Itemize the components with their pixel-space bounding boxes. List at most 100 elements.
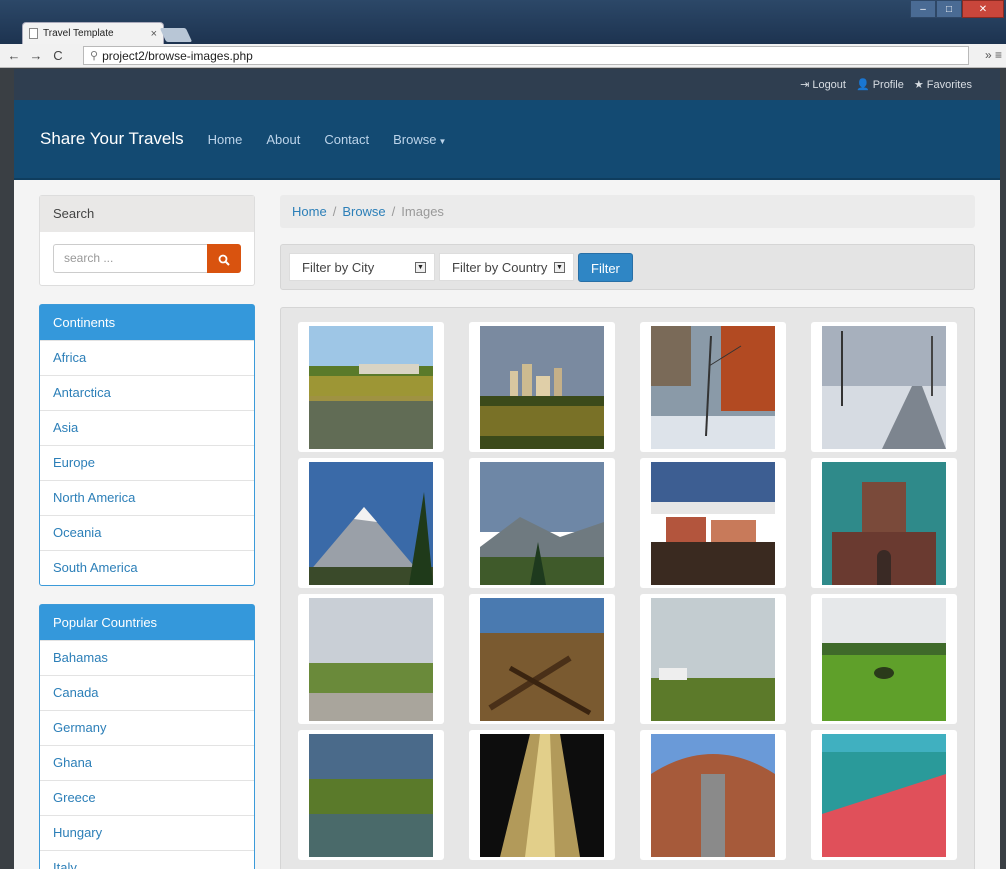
page-icon bbox=[29, 28, 38, 39]
caret-down-icon: ▼ bbox=[438, 136, 447, 146]
country-item[interactable]: Germany bbox=[40, 710, 254, 745]
arsenal-stadium-photo bbox=[822, 734, 946, 857]
mountain-photo bbox=[309, 462, 433, 585]
search-input[interactable]: search ... bbox=[53, 244, 208, 273]
user-toolbar: ⇥ Logout 👤 Profile ★ Favorites bbox=[14, 69, 1000, 100]
gallery-thumbnail[interactable] bbox=[469, 322, 615, 452]
minimize-button[interactable]: ‒ bbox=[910, 0, 936, 18]
continents-panel: Continents Africa Antarctica Asia Europe Nor… bbox=[39, 304, 255, 586]
reload-button[interactable]: C bbox=[50, 48, 66, 63]
gallery-thumbnail[interactable] bbox=[811, 322, 957, 452]
gallery-thumbnail[interactable] bbox=[811, 458, 957, 588]
continent-item[interactable]: Oceania bbox=[40, 515, 254, 550]
gallery-thumbnail[interactable] bbox=[811, 730, 957, 860]
continent-item[interactable]: South America bbox=[40, 550, 254, 585]
country-item[interactable]: Greece bbox=[40, 780, 254, 815]
browser-titlebar: Travel Template × ‒ □ ✕ bbox=[0, 0, 1006, 44]
filter-bar: Filter by City ▼ Filter by Country ▼ Fil… bbox=[280, 244, 975, 290]
dropdown-arrow-icon: ▼ bbox=[554, 262, 565, 273]
search-panel: Search search ... bbox=[39, 195, 255, 286]
countries-heading: Popular Countries bbox=[40, 605, 254, 640]
url-bar[interactable]: ⚲ project2/browse-images.php bbox=[83, 46, 969, 65]
driftwood-photo bbox=[480, 598, 604, 721]
star-icon: ★ bbox=[913, 79, 924, 91]
site-brand[interactable]: Share Your Travels bbox=[40, 129, 184, 149]
country-item[interactable]: Ghana bbox=[40, 745, 254, 780]
browser-tab[interactable]: Travel Template × bbox=[22, 22, 164, 44]
country-filter-select[interactable]: Filter by Country ▼ bbox=[439, 253, 574, 281]
gallery-thumbnail[interactable] bbox=[469, 730, 615, 860]
city-skyline-photo bbox=[480, 326, 604, 449]
city-filter-select[interactable]: Filter by City ▼ bbox=[289, 253, 435, 281]
breadcrumb-browse[interactable]: Browse bbox=[342, 204, 385, 219]
new-tab-button[interactable] bbox=[159, 28, 193, 42]
gallery-thumbnail[interactable] bbox=[298, 458, 444, 588]
continent-item[interactable]: Antarctica bbox=[40, 375, 254, 410]
coastal-rocks-photo bbox=[309, 598, 433, 721]
profile-link[interactable]: 👤 Profile bbox=[855, 78, 904, 92]
back-button[interactable]: ← bbox=[6, 48, 22, 63]
favorites-link[interactable]: ★ Favorites bbox=[913, 78, 972, 92]
gallery-thumbnail[interactable] bbox=[811, 594, 957, 724]
gallery-thumbnail[interactable] bbox=[298, 322, 444, 452]
country-item[interactable]: Hungary bbox=[40, 815, 254, 850]
image-gallery bbox=[280, 307, 975, 869]
field-photo bbox=[651, 598, 775, 721]
logout-icon: ⇥ bbox=[800, 79, 810, 91]
main-navbar: Share Your Travels Home About Contact Br… bbox=[14, 100, 1000, 180]
nav-browse-dropdown[interactable]: Browse ▼ bbox=[393, 132, 446, 147]
nav-contact[interactable]: Contact bbox=[324, 132, 369, 147]
skyscraper-photo bbox=[480, 734, 604, 857]
lake-photo bbox=[309, 734, 433, 857]
logout-link[interactable]: ⇥ Logout bbox=[800, 78, 846, 92]
continent-item[interactable]: North America bbox=[40, 480, 254, 515]
tab-close-icon[interactable]: × bbox=[151, 28, 157, 40]
website: ⇥ Logout 👤 Profile ★ Favorites Share Your T… bbox=[14, 69, 1000, 869]
nav-about[interactable]: About bbox=[266, 132, 300, 147]
harbor-photo bbox=[651, 462, 775, 585]
address-toolbar: ← → C ⚲ project2/browse-images.php » ≡ bbox=[0, 44, 1006, 68]
gallery-thumbnail[interactable] bbox=[469, 458, 615, 588]
concert-hall-photo bbox=[651, 734, 775, 857]
continent-item[interactable]: Africa bbox=[40, 340, 254, 375]
breadcrumb-home[interactable]: Home bbox=[292, 204, 327, 219]
winter-building-photo bbox=[651, 326, 775, 449]
tab-title: Travel Template bbox=[43, 28, 114, 39]
continents-heading: Continents bbox=[40, 305, 254, 340]
country-item[interactable]: Bahamas bbox=[40, 640, 254, 675]
user-icon: 👤 bbox=[855, 79, 870, 91]
breadcrumb: Home / Browse / Images bbox=[280, 195, 975, 228]
gallery-thumbnail[interactable] bbox=[640, 594, 786, 724]
magnifier-icon bbox=[218, 254, 230, 266]
nav-home[interactable]: Home bbox=[208, 132, 243, 147]
breadcrumb-current: Images bbox=[401, 204, 444, 219]
gallery-thumbnail[interactable] bbox=[298, 730, 444, 860]
gallery-thumbnail[interactable] bbox=[640, 458, 786, 588]
country-item[interactable]: Italy bbox=[40, 850, 254, 869]
mountain-valley-photo bbox=[480, 462, 604, 585]
continent-item[interactable]: Europe bbox=[40, 445, 254, 480]
country-item[interactable]: Canada bbox=[40, 675, 254, 710]
browser-menu-icon[interactable]: » ≡ bbox=[985, 48, 1002, 62]
gallery-thumbnail[interactable] bbox=[298, 594, 444, 724]
close-window-button[interactable]: ✕ bbox=[962, 0, 1004, 18]
dropdown-arrow-icon: ▼ bbox=[415, 262, 426, 273]
filter-button[interactable]: Filter bbox=[578, 252, 633, 282]
sidebar: Search search ... Continents Africa Antar… bbox=[39, 195, 255, 869]
church-photo bbox=[822, 462, 946, 585]
url-text: project2/browse-images.php bbox=[102, 48, 253, 63]
landscape-photo bbox=[309, 326, 433, 449]
countries-panel: Popular Countries Bahamas Canada Germany Gh… bbox=[39, 604, 255, 869]
maximize-button[interactable]: □ bbox=[936, 0, 962, 18]
gallery-thumbnail[interactable] bbox=[640, 322, 786, 452]
gallery-thumbnail[interactable] bbox=[640, 730, 786, 860]
continent-item[interactable]: Asia bbox=[40, 410, 254, 445]
green-meadow-photo bbox=[822, 598, 946, 721]
snowy-road-photo bbox=[822, 326, 946, 449]
forward-button[interactable]: → bbox=[28, 48, 44, 63]
search-heading: Search bbox=[40, 196, 254, 232]
gallery-thumbnail[interactable] bbox=[469, 594, 615, 724]
search-button[interactable] bbox=[207, 244, 241, 273]
window-controls: ‒ □ ✕ bbox=[910, 0, 1004, 18]
search-icon: ⚲ bbox=[90, 50, 99, 62]
